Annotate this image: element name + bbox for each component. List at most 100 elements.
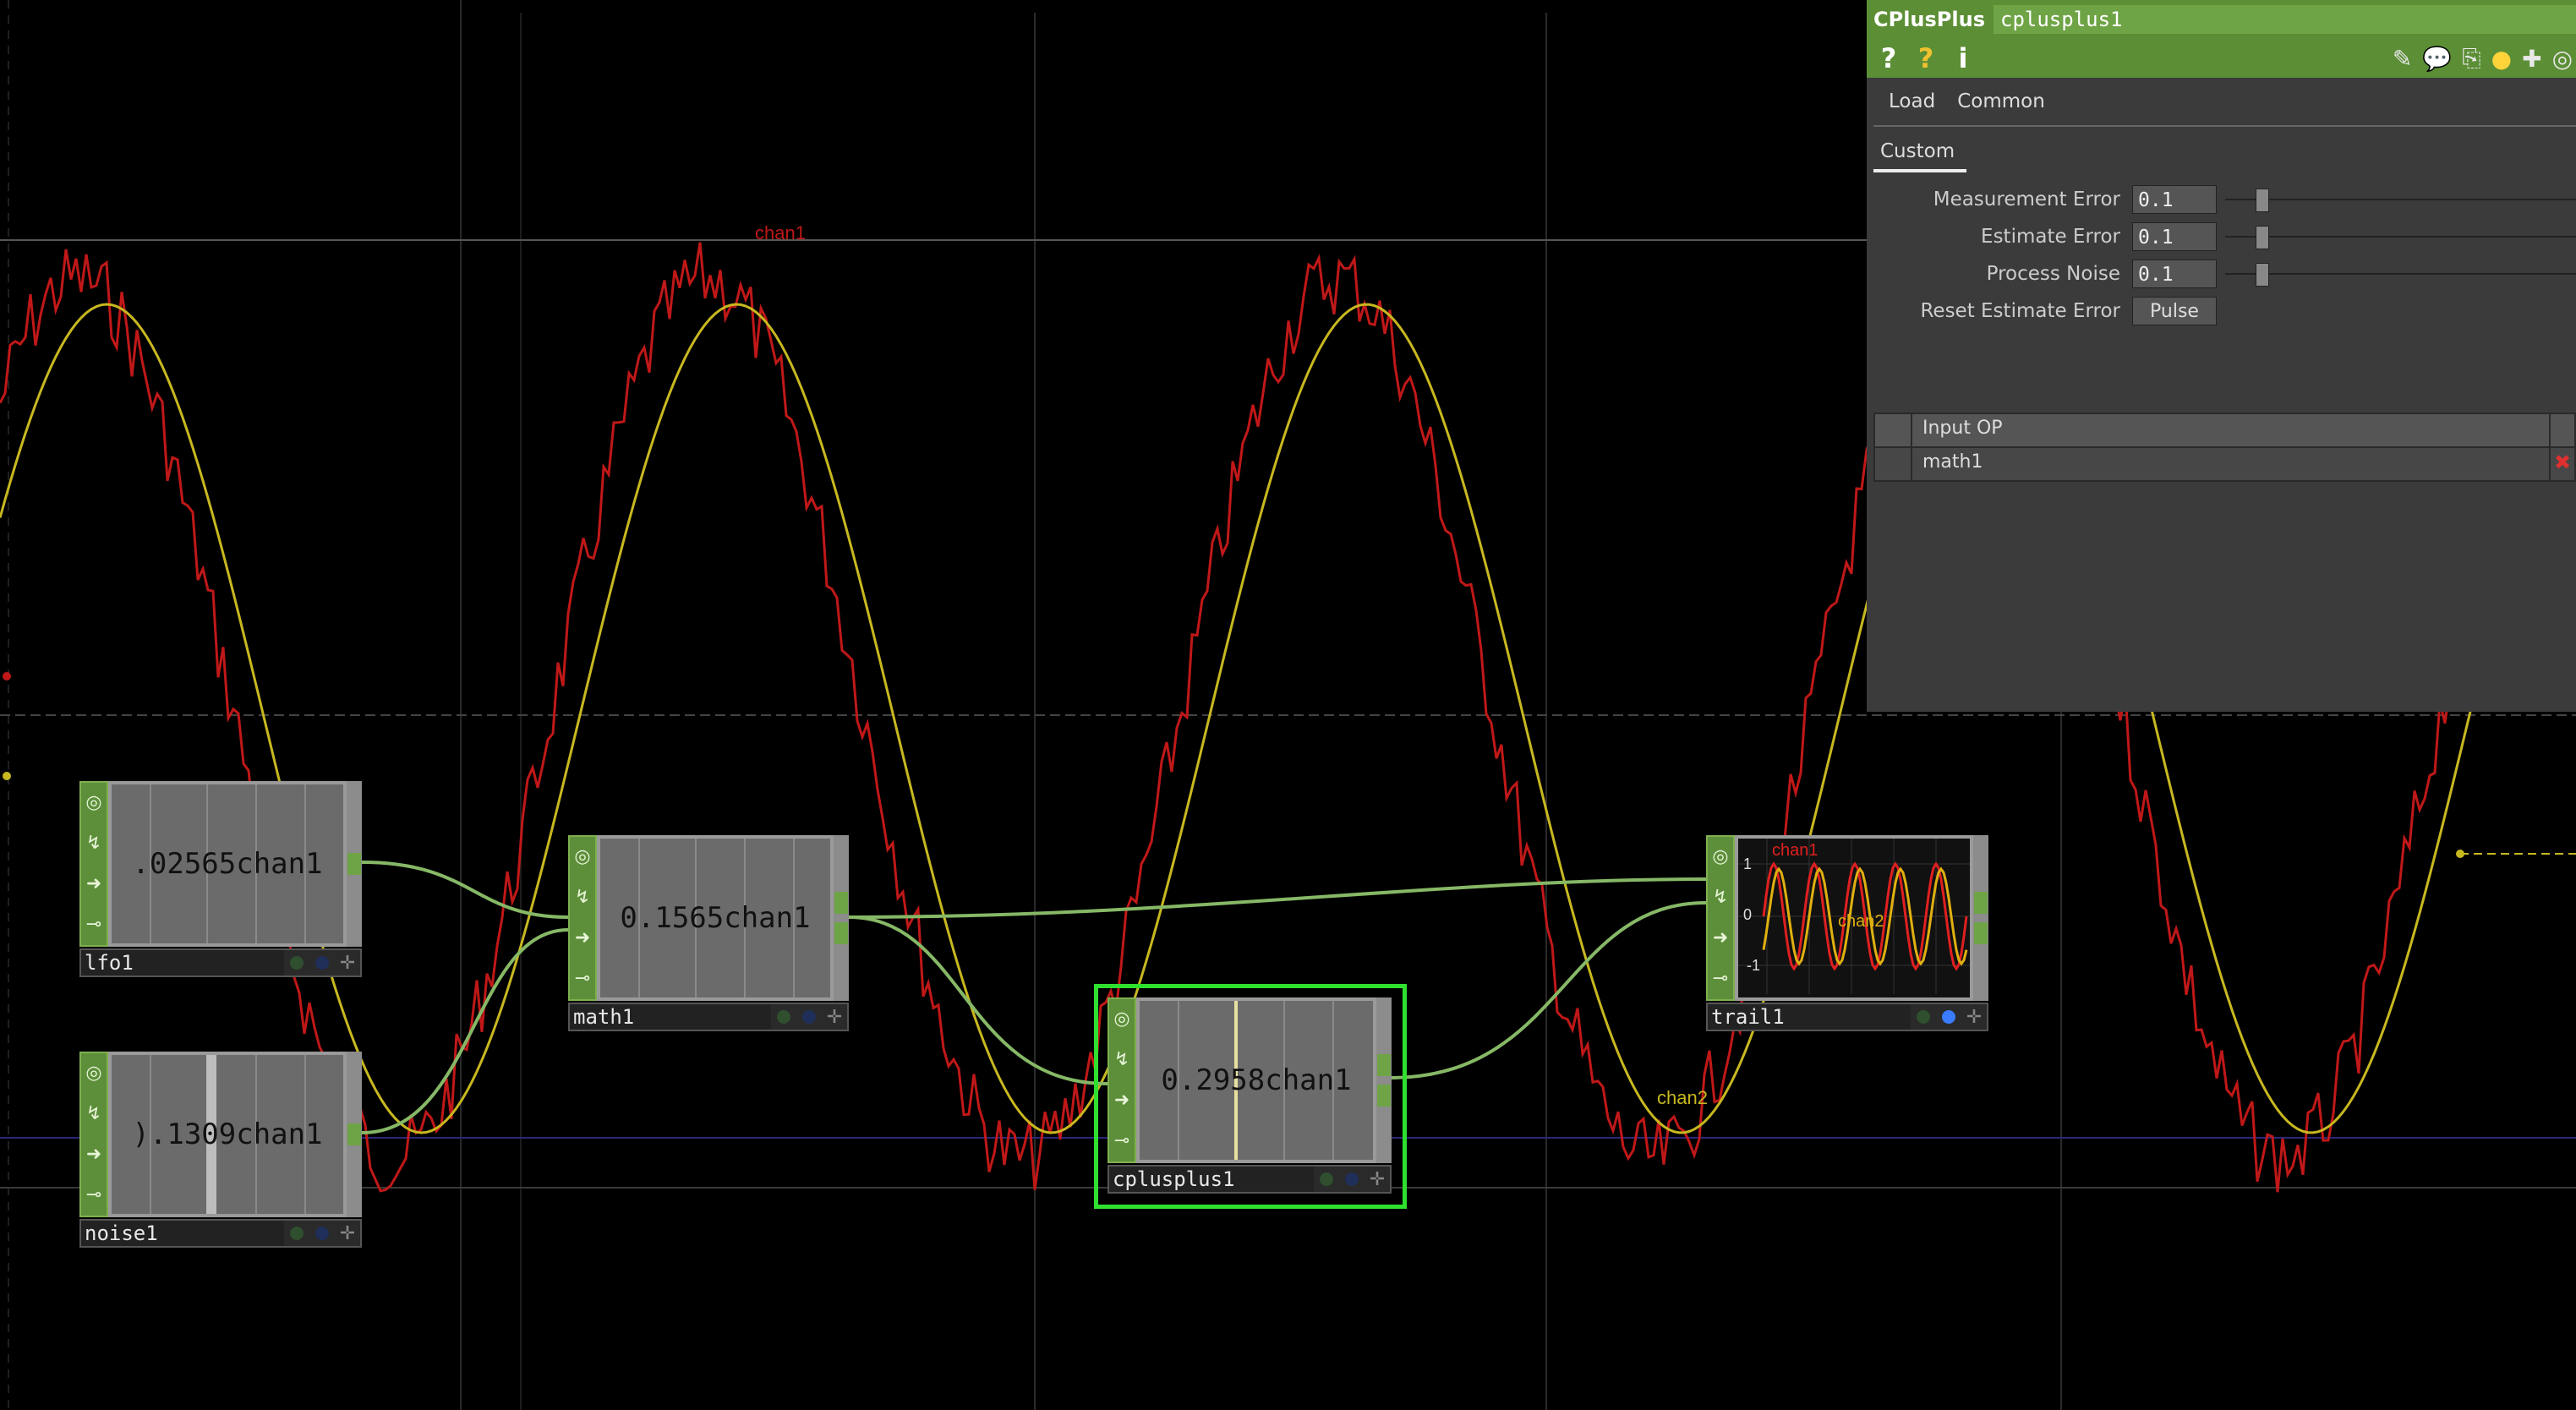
wire-math1-trail1 <box>848 877 1707 919</box>
node-cplusplus1[interactable]: ◎ ↯ ➜ ⊸ 0.2958chan1 cplusplus1 ✛ <box>1108 997 1392 1194</box>
cook-flag-icon[interactable] <box>1917 1010 1930 1024</box>
output-connector[interactable] <box>1377 1054 1391 1076</box>
target-icon[interactable]: ◎ <box>2552 45 2573 73</box>
clipboard-icon[interactable]: ⎘ <box>2462 44 2480 73</box>
render-flag-icon[interactable]: ✛ <box>1370 1169 1385 1190</box>
lock-icon[interactable]: ⊸ <box>1709 968 1731 990</box>
viewer-toggle-icon[interactable]: ◎ <box>572 846 593 868</box>
svg-text:-1: -1 <box>1747 957 1760 974</box>
node-lfo1[interactable]: ◎ ↯ ➜ ⊸ .02565chan1 lfo1 ✛ <box>79 781 362 977</box>
info-icon[interactable]: i <box>1948 42 1978 74</box>
output-connector[interactable] <box>1974 922 1988 944</box>
node-viewer[interactable]: 0.2958chan1 <box>1136 997 1376 1163</box>
measurement-error-field[interactable]: 0.1 <box>2132 185 2217 214</box>
sequence-row[interactable]: math1 ✖ <box>1873 446 2576 482</box>
tab-load[interactable]: Load <box>1889 90 1935 112</box>
pass-through-icon[interactable]: ➜ <box>572 927 593 949</box>
chan2-end-dot <box>2456 850 2464 858</box>
node-name[interactable]: cplusplus1 <box>1109 1167 1314 1192</box>
viewer-toggle-icon[interactable]: ◎ <box>1709 846 1731 868</box>
display-flag-icon[interactable] <box>315 956 329 970</box>
node-viewer[interactable]: ).1309chan1 <box>108 1052 347 1217</box>
node-viewer[interactable]: 0.1565chan1 <box>597 835 834 1001</box>
pass-through-icon[interactable]: ➜ <box>1111 1090 1133 1112</box>
viewer-toggle-icon[interactable]: ◎ <box>1111 1008 1133 1030</box>
python-icon[interactable]: ● <box>2491 45 2512 73</box>
output-connector[interactable] <box>347 1123 361 1145</box>
output-connector[interactable] <box>347 853 361 875</box>
node-value: ).1309chan1 <box>132 1118 323 1151</box>
estimate-error-field[interactable]: 0.1 <box>2132 222 2217 251</box>
chan1-graph-label: chan1 <box>755 222 806 243</box>
output-connector[interactable] <box>834 922 848 944</box>
add-icon[interactable]: ✚ <box>2522 45 2541 73</box>
lock-icon[interactable]: ⊸ <box>83 914 105 936</box>
render-flag-icon[interactable]: ✛ <box>1966 1007 1982 1028</box>
node-trail1[interactable]: ◎ ↯ ➜ ⊸ 1 0 -1 chan1 chan2 trail1 ✛ <box>1706 835 1988 1031</box>
row-handle[interactable] <box>1875 448 1912 480</box>
bypass-icon[interactable]: ↯ <box>572 887 593 909</box>
input-op-field[interactable]: math1 <box>1912 448 2549 480</box>
node-name-bar: noise1 ✛ <box>79 1219 362 1248</box>
python-help-icon[interactable]: ? <box>1911 42 1941 74</box>
render-flag-icon[interactable]: ✛ <box>340 1223 355 1244</box>
remove-row-icon[interactable]: ✖ <box>2549 448 2574 480</box>
render-flag-icon[interactable]: ✛ <box>827 1007 842 1028</box>
process-noise-field[interactable]: 0.1 <box>2132 260 2217 288</box>
node-value: 0.1565chan1 <box>620 901 811 935</box>
panel-toolbar: ? ? i ✎ 💬 ⎘ ● ✚ ◎ <box>1867 39 2576 78</box>
tab-common[interactable]: Common <box>1957 90 2045 112</box>
display-flag-icon[interactable] <box>315 1227 329 1240</box>
cook-flag-icon[interactable] <box>1320 1172 1333 1186</box>
edit-icon[interactable]: ✎ <box>2393 45 2412 73</box>
node-value: .02565chan1 <box>132 847 323 881</box>
output-connector[interactable] <box>834 892 848 914</box>
output-connector[interactable] <box>1377 1085 1391 1107</box>
cook-flag-icon[interactable] <box>777 1010 790 1024</box>
node-noise1[interactable]: ◎ ↯ ➜ ⊸ ).1309chan1 noise1 ✛ <box>79 1052 362 1248</box>
process-noise-slider[interactable] <box>2217 260 2576 288</box>
measurement-error-slider[interactable] <box>2217 185 2576 214</box>
trail-chan2-label: chan2 <box>1838 912 1884 931</box>
tab-custom[interactable]: Custom <box>1873 140 1967 172</box>
viewer-toggle-icon[interactable]: ◎ <box>83 792 105 814</box>
svg-text:0: 0 <box>1743 906 1752 923</box>
node-viewer[interactable]: .02565chan1 <box>108 781 347 947</box>
node-name[interactable]: lfo1 <box>81 950 284 976</box>
op-name-field[interactable]: cplusplus1 <box>1994 5 2576 34</box>
node-name[interactable]: trail1 <box>1708 1004 1911 1030</box>
pulse-button[interactable]: Pulse <box>2132 297 2217 325</box>
display-flag-icon[interactable] <box>1942 1010 1955 1024</box>
cook-flag-icon[interactable] <box>290 1227 304 1240</box>
output-connector[interactable] <box>1974 892 1988 914</box>
wire-noise1-math1 <box>361 928 569 1134</box>
comment-icon[interactable]: 💬 <box>2422 45 2452 73</box>
display-flag-icon[interactable] <box>1345 1172 1359 1186</box>
node-viewer[interactable]: 1 0 -1 chan1 chan2 <box>1735 835 1973 1001</box>
display-flag-icon[interactable] <box>802 1010 816 1024</box>
wire-math1-cplusplus1 <box>848 915 1108 1085</box>
node-math1[interactable]: ◎ ↯ ➜ ⊸ 0.1565chan1 math1 ✛ <box>568 835 849 1031</box>
page-tabs-row2: Custom <box>1867 127 2576 172</box>
pass-through-icon[interactable]: ➜ <box>1709 927 1731 949</box>
bypass-icon[interactable]: ↯ <box>83 1103 105 1125</box>
bypass-icon[interactable]: ↯ <box>1709 887 1731 909</box>
pass-through-icon[interactable]: ➜ <box>83 1144 105 1166</box>
viewer-toggle-icon[interactable]: ◎ <box>83 1063 105 1085</box>
bypass-icon[interactable]: ↯ <box>83 833 105 855</box>
bypass-icon[interactable]: ↯ <box>1111 1049 1133 1071</box>
lock-icon[interactable]: ⊸ <box>572 968 593 990</box>
help-icon[interactable]: ? <box>1873 42 1904 74</box>
render-flag-icon[interactable]: ✛ <box>340 953 355 974</box>
lock-icon[interactable]: ⊸ <box>1111 1130 1133 1152</box>
pass-through-icon[interactable]: ➜ <box>83 873 105 895</box>
cook-flag-icon[interactable] <box>290 956 304 970</box>
sequence-header: Input OP · <box>1873 413 2576 448</box>
estimate-error-slider[interactable] <box>2217 222 2576 251</box>
lock-icon[interactable]: ⊸ <box>83 1184 105 1206</box>
node-value: 0.2958chan1 <box>1161 1063 1352 1097</box>
node-name[interactable]: math1 <box>570 1004 771 1030</box>
page-tabs: Load Common <box>1873 78 2576 127</box>
node-name[interactable]: noise1 <box>81 1221 284 1246</box>
node-flags-strip: ◎ ↯ ➜ ⊸ <box>79 781 108 947</box>
